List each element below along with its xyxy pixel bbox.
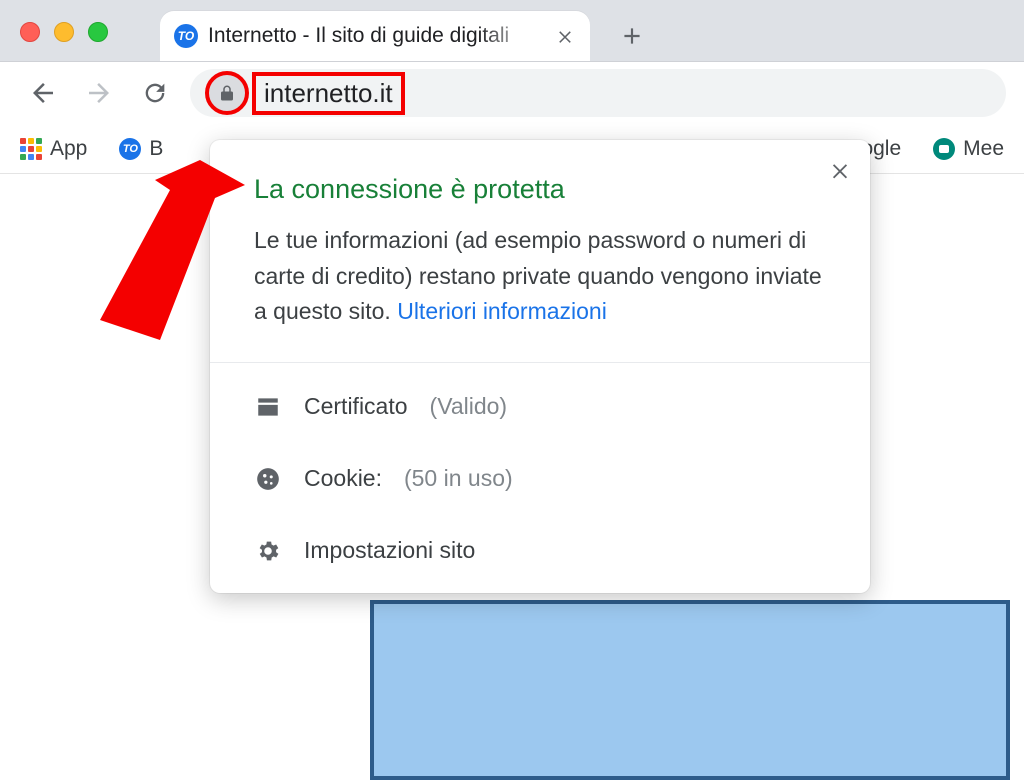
apps-grid-icon xyxy=(20,138,42,160)
browser-tab-active[interactable]: TO Internetto - Il sito di guide digital… xyxy=(160,11,590,61)
bookmarks-apps-label: App xyxy=(50,137,87,161)
page-content-preview xyxy=(370,600,1010,780)
tab-strip: TO Internetto - Il sito di guide digital… xyxy=(0,0,1024,62)
site-info-popup: La connessione è protetta Le tue informa… xyxy=(210,140,870,593)
url-text[interactable]: internetto.it xyxy=(256,76,401,111)
nav-toolbar: internetto.it xyxy=(0,62,1024,124)
back-button[interactable] xyxy=(22,72,64,114)
tab-close-button[interactable] xyxy=(556,27,574,45)
site-settings-row[interactable]: Impostazioni sito xyxy=(210,515,870,587)
forward-button[interactable] xyxy=(78,72,120,114)
popup-description: Le tue informazioni (ad esempio password… xyxy=(254,223,826,330)
cookies-label: Cookie: xyxy=(304,465,382,492)
popup-close-button[interactable] xyxy=(826,156,854,184)
window-controls xyxy=(20,22,108,42)
plus-icon xyxy=(619,23,645,49)
reload-button[interactable] xyxy=(134,72,176,114)
arrow-right-icon xyxy=(84,78,114,108)
learn-more-link[interactable]: Ulteriori informazioni xyxy=(397,298,607,324)
close-icon xyxy=(829,159,851,181)
new-tab-button[interactable] xyxy=(612,16,652,56)
tab-title: Internetto - Il sito di guide digitali xyxy=(208,24,546,48)
bookmark-item-meet[interactable]: Mee xyxy=(927,133,1010,165)
certificate-row[interactable]: Certificato (Valido) xyxy=(210,371,870,443)
bookmark-item-2[interactable]: TO B xyxy=(113,133,169,165)
bookmark-item-meet-label: Mee xyxy=(963,137,1004,161)
bookmarks-apps[interactable]: App xyxy=(14,133,93,165)
address-bar[interactable]: internetto.it xyxy=(190,69,1006,117)
close-icon xyxy=(556,27,574,45)
lock-icon xyxy=(218,84,236,102)
cookies-row[interactable]: Cookie: (50 in uso) xyxy=(210,443,870,515)
arrow-left-icon xyxy=(28,78,58,108)
cookie-icon xyxy=(254,465,282,493)
certificate-icon xyxy=(254,393,282,421)
reload-icon xyxy=(141,79,169,107)
certificate-status: (Valido) xyxy=(430,393,508,420)
certificate-label: Certificato xyxy=(304,393,408,420)
window-minimize-button[interactable] xyxy=(54,22,74,42)
gear-icon xyxy=(254,537,282,565)
tab-favicon: TO xyxy=(174,24,198,48)
meet-icon xyxy=(933,138,955,160)
window-fullscreen-button[interactable] xyxy=(88,22,108,42)
window-close-button[interactable] xyxy=(20,22,40,42)
site-security-chip[interactable] xyxy=(208,74,246,112)
bookmark-item-2-label: B xyxy=(149,137,163,161)
site-settings-label: Impostazioni sito xyxy=(304,537,475,564)
cookies-status: (50 in uso) xyxy=(404,465,513,492)
bookmark-item-2-favicon: TO xyxy=(119,138,141,160)
popup-title: La connessione è protetta xyxy=(254,174,826,205)
